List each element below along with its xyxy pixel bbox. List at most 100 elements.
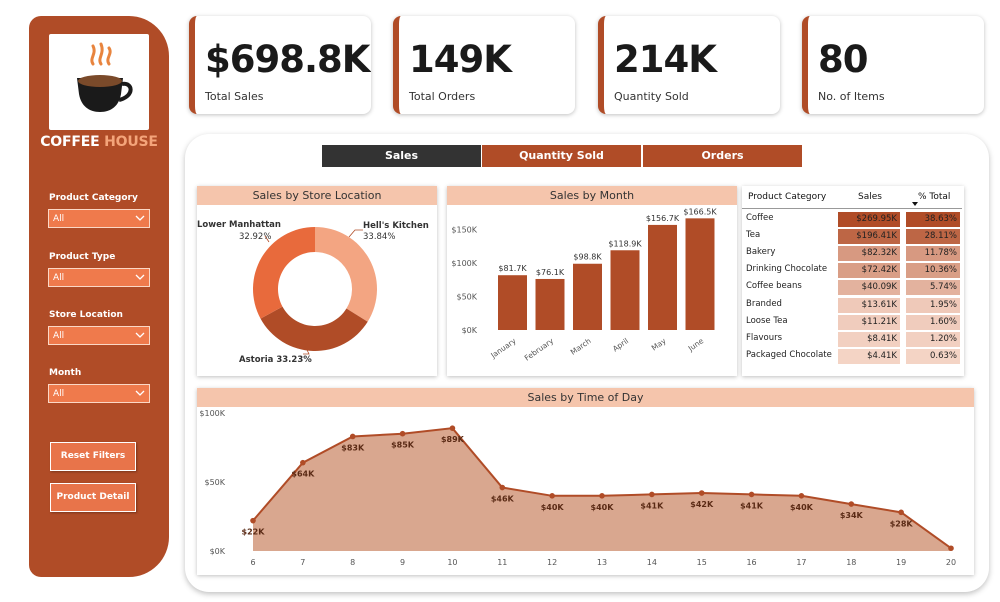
tab-orders[interactable]: Orders	[643, 145, 802, 167]
cell-category: Branded	[746, 298, 782, 309]
point-data-label: $22K	[242, 528, 266, 537]
header-product-category[interactable]: Product Category	[748, 186, 826, 208]
bar[interactable]	[573, 263, 602, 330]
x-tick-label: 14	[647, 558, 657, 567]
cell-pct: 1.95%	[906, 297, 960, 313]
x-tick-label: 6	[250, 558, 255, 567]
filter-label-product-type: Product Type	[49, 252, 116, 262]
y-tick-label: $50K	[204, 478, 225, 487]
bar[interactable]	[685, 218, 715, 330]
donut-slice[interactable]	[260, 306, 368, 351]
filter-label-store-location: Store Location	[49, 310, 123, 320]
x-tick-label: February	[523, 336, 556, 363]
data-point[interactable]	[698, 490, 705, 496]
point-data-label: $34K	[840, 511, 864, 520]
table-row[interactable]: Bakery $82.32K 11.78%	[742, 245, 962, 262]
table-row[interactable]: Branded $13.61K 1.95%	[742, 297, 962, 314]
point-data-label: $40K	[790, 503, 814, 512]
cell-pct: 1.60%	[906, 314, 960, 330]
point-data-label: $41K	[740, 501, 764, 510]
table-row[interactable]: Coffee beans $40.09K 5.74%	[742, 279, 962, 296]
brand-title: COFFEE HOUSE	[40, 134, 158, 150]
cell-pct: 5.74%	[906, 280, 960, 296]
tab-sales[interactable]: Sales	[322, 145, 481, 167]
donut-chart: Hell's Kitchen 33.84% Lower Manhattan 32…	[197, 220, 429, 365]
table-row[interactable]: Packaged Chocolate $4.41K 0.63%	[742, 348, 962, 365]
bar[interactable]	[535, 278, 565, 330]
data-point[interactable]	[349, 433, 356, 440]
bar[interactable]	[610, 250, 640, 330]
cell-category: Drinking Chocolate	[746, 264, 828, 275]
data-point[interactable]	[499, 484, 506, 491]
data-point[interactable]	[948, 545, 954, 552]
table-row[interactable]: Drinking Chocolate $72.42K 10.36%	[742, 262, 962, 279]
label-astoria: Astoria 33.23%	[239, 355, 312, 365]
category-table: Product Category Sales % Total Coffee $26…	[742, 186, 964, 376]
header-divider	[742, 208, 962, 209]
data-point[interactable]	[599, 493, 605, 499]
point-data-label: $28K	[890, 519, 914, 528]
product-type-dropdown[interactable]: All	[48, 268, 150, 287]
x-tick-label: June	[686, 336, 706, 354]
kpi-value: $698.8K	[205, 38, 370, 81]
data-point[interactable]	[848, 501, 855, 507]
bar[interactable]	[648, 224, 677, 330]
x-tick-label: 10	[447, 558, 457, 567]
kpi-label: Total Sales	[205, 90, 264, 103]
dropdown-value: All	[53, 273, 65, 283]
data-point[interactable]	[250, 517, 256, 524]
data-point[interactable]	[798, 493, 805, 499]
x-tick-label: 8	[350, 558, 355, 567]
bar-data-label: $156.7K	[646, 214, 680, 223]
point-data-label: $40K	[541, 503, 565, 512]
table-row[interactable]: Loose Tea $11.21K 1.60%	[742, 314, 962, 331]
data-point[interactable]	[748, 491, 755, 498]
cell-category: Bakery	[746, 247, 776, 258]
header-pct-total[interactable]: % Total	[918, 186, 950, 208]
x-tick-label: 19	[896, 558, 906, 567]
cell-category: Coffee beans	[746, 281, 802, 292]
data-point[interactable]	[449, 425, 456, 431]
x-tick-label: 15	[697, 558, 707, 567]
product-category-dropdown[interactable]: All	[48, 209, 150, 228]
data-point[interactable]	[898, 509, 904, 516]
data-point[interactable]	[649, 491, 655, 498]
data-point[interactable]	[300, 459, 306, 466]
cell-pct: 1.20%	[906, 331, 960, 347]
reset-filters-button[interactable]: Reset Filters	[50, 442, 136, 471]
table-body: Coffee $269.95K 38.63% Tea $196.41K 28.11% Bak…	[742, 211, 962, 371]
cell-pct: 28.11%	[906, 229, 960, 245]
point-data-label: $46K	[491, 495, 515, 504]
month-dropdown[interactable]: All	[48, 384, 150, 403]
filter-label-month: Month	[49, 368, 82, 378]
cell-category: Tea	[746, 230, 761, 241]
table-row[interactable]: Flavours $8.41K 1.20%	[742, 331, 962, 348]
data-point[interactable]	[399, 430, 406, 437]
cell-sales: $11.21K	[838, 314, 900, 330]
header-sales[interactable]: Sales	[858, 186, 882, 208]
bar-data-label: $81.7K	[498, 264, 527, 273]
x-tick-label: 12	[547, 558, 557, 567]
table-row[interactable]: Tea $196.41K 28.11%	[742, 228, 962, 245]
bar-data-label: $76.1K	[536, 268, 565, 277]
filter-label-product-category: Product Category	[49, 193, 138, 203]
product-detail-button[interactable]: Product Detail	[50, 483, 136, 512]
point-data-label: $42K	[690, 500, 714, 509]
cell-category: Packaged Chocolate	[746, 349, 832, 360]
table-row[interactable]: Coffee $269.95K 38.63%	[742, 211, 962, 228]
cell-sales: $82.32K	[838, 246, 900, 262]
point-data-label: $41K	[640, 501, 664, 510]
data-point[interactable]	[549, 493, 555, 499]
point-data-label: $85K	[391, 441, 415, 450]
coffee-cup-icon	[77, 42, 133, 112]
coffee-logo	[49, 34, 149, 130]
cell-sales: $13.61K	[838, 297, 900, 313]
bar-chart: $0K $50K $100K $150K $81.7K January $76.1K Febr…	[451, 207, 717, 363]
store-location-dropdown[interactable]: All	[48, 326, 150, 345]
tab-quantity-sold[interactable]: Quantity Sold	[482, 145, 641, 167]
bar[interactable]	[498, 275, 527, 330]
x-tick-label: 20	[946, 558, 956, 567]
x-tick-label: 17	[796, 558, 806, 567]
chevron-down-icon	[135, 390, 145, 396]
x-tick-label: January	[488, 336, 518, 361]
